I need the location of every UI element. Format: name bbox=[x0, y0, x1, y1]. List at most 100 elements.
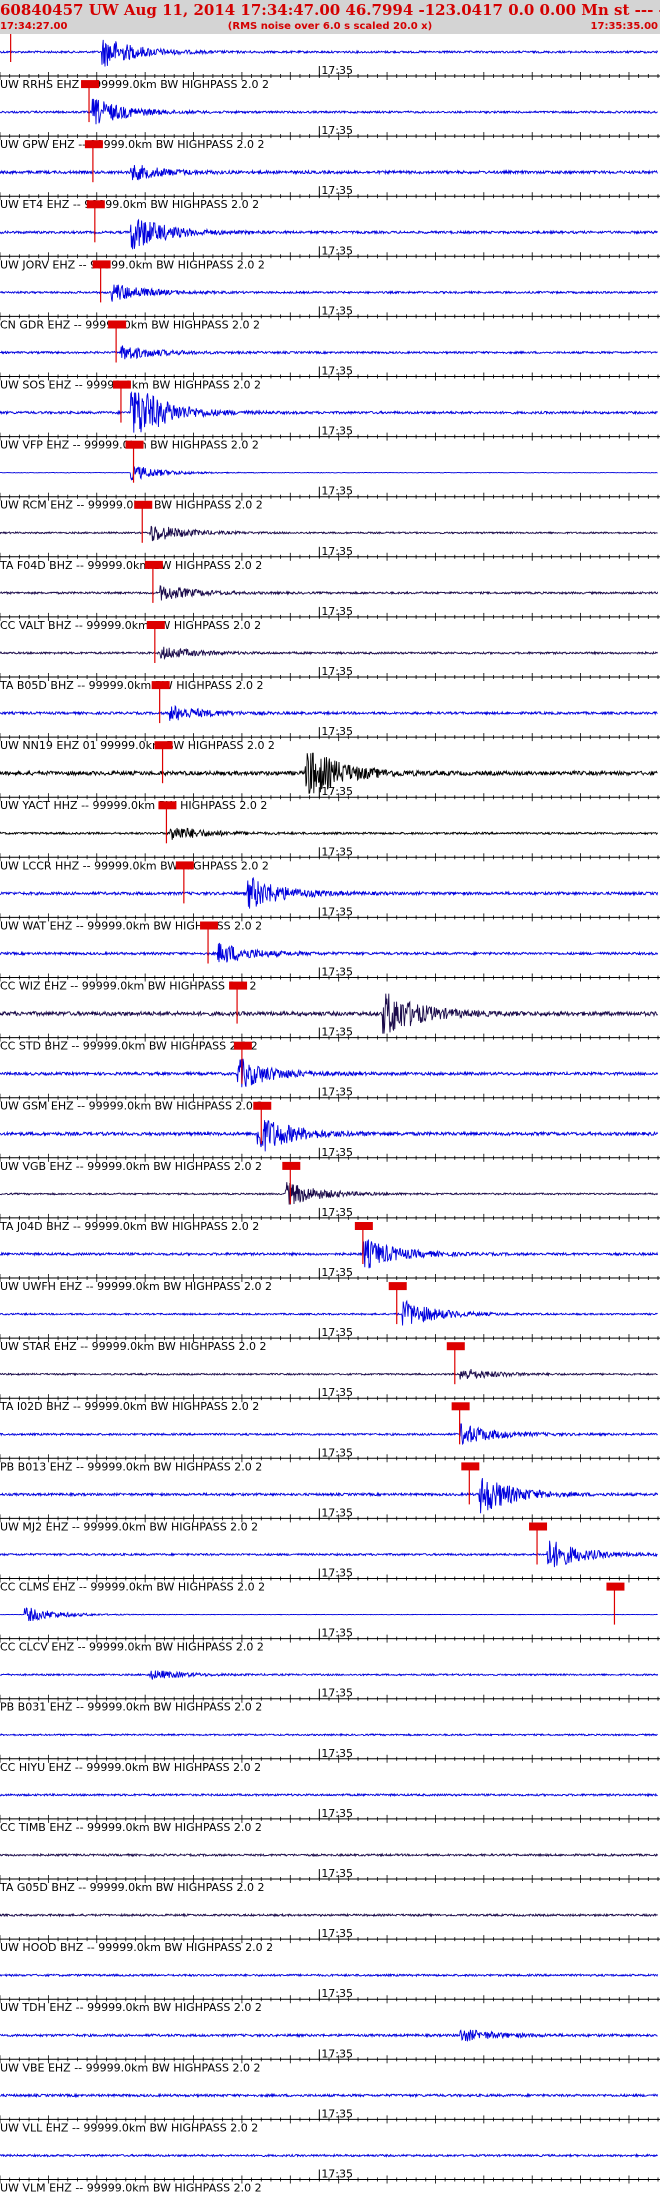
pick-tag bbox=[108, 320, 127, 329]
pick-tag bbox=[134, 500, 153, 509]
channel-label: CC STD BHZ -- 99999.0km BW HIGHPASS 2.0 … bbox=[0, 1040, 258, 1053]
minute-tick-label: 17:35 bbox=[321, 905, 353, 918]
trace-waveform bbox=[0, 1912, 658, 1918]
trace-waveform bbox=[0, 2029, 658, 2042]
channel-label: CC CLCV EHZ -- 99999.0km BW HIGHPASS 2.0… bbox=[0, 1641, 264, 1654]
trace-waveform bbox=[0, 1972, 659, 1978]
minute-tick-label: 17:35 bbox=[321, 64, 353, 77]
pick-tag bbox=[146, 621, 165, 629]
channel-label: CC CLMS EHZ -- 99999.0km BW HIGHPASS 2.0… bbox=[0, 1581, 265, 1594]
minute-tick-label: 17:35 bbox=[321, 845, 353, 858]
channel-label: TA B05D BHZ -- 99999.0km BW HIGHPASS 2.0… bbox=[0, 679, 264, 692]
minute-tick-label: 17:35 bbox=[321, 1807, 353, 1820]
pick-tag bbox=[461, 1462, 480, 1471]
channel-label: TA J04D BHZ -- 99999.0km BW HIGHPASS 2.0… bbox=[0, 1220, 259, 1233]
minute-tick-label: 17:35 bbox=[321, 1687, 353, 1700]
minute-tick-label: 17:35 bbox=[321, 2047, 353, 2060]
pick-tag bbox=[606, 1582, 625, 1591]
minute-tick-label: 17:35 bbox=[321, 1326, 353, 1339]
minute-tick-label: 17:35 bbox=[321, 1446, 353, 1459]
channel-label: UW NN19 EHZ 01 99999.0km BW HIGHPASS 2.0… bbox=[0, 739, 275, 752]
pick-tag bbox=[175, 861, 194, 870]
trace-waveform bbox=[0, 876, 659, 909]
minute-tick-label: 17:35 bbox=[321, 545, 353, 558]
event-title: 60840457 UW Aug 11, 2014 17:34:47.00 46.… bbox=[0, 1, 660, 19]
trace-waveform bbox=[0, 1540, 658, 1568]
channel-label: PB B013 EHZ -- 99999.0km BW HIGHPASS 2.0… bbox=[0, 1460, 262, 1473]
trace-waveform bbox=[0, 525, 658, 542]
minute-tick-label: 17:35 bbox=[321, 605, 353, 618]
channel-label: UW MJ2 EHZ -- 99999.0km BW HIGHPASS 2.0 … bbox=[0, 1520, 258, 1533]
minute-tick-label: 17:35 bbox=[321, 665, 353, 678]
trace-waveform bbox=[0, 98, 658, 125]
pick-tag bbox=[451, 1402, 470, 1411]
minute-tick-label: 17:35 bbox=[321, 1867, 353, 1880]
trace-waveform bbox=[0, 284, 658, 302]
trace-waveform bbox=[0, 2152, 658, 2158]
trace-waveform bbox=[0, 585, 659, 601]
trace-waveform bbox=[0, 1058, 659, 1088]
trace-waveform bbox=[0, 1732, 658, 1737]
header-bar: 60840457 UW Aug 11, 2014 17:34:47.00 46.… bbox=[0, 0, 660, 34]
channel-label: TA F04D BHZ -- 99999.0km BW HIGHPASS 2.0… bbox=[0, 559, 262, 572]
trace-waveform bbox=[0, 942, 659, 963]
channel-label: CN GDR EHZ -- 99999.0km BW HIGHPASS 2.0 … bbox=[0, 318, 260, 331]
channel-label: TA G05D BHZ -- 99999.0km BW HIGHPASS 2.0… bbox=[0, 1881, 264, 1894]
pick-tag bbox=[354, 1222, 373, 1230]
channel-label: UW STAR EHZ -- 99999.0km BW HIGHPASS 2.0… bbox=[0, 1340, 266, 1353]
pick-tag bbox=[446, 1342, 465, 1351]
minute-tick-label: 17:35 bbox=[321, 365, 353, 378]
trace-waveform bbox=[0, 164, 658, 181]
pick-tag bbox=[81, 80, 100, 89]
channel-label: UW TDH EHZ -- 99999.0km BW HIGHPASS 2.0 … bbox=[0, 2001, 262, 2014]
trace-waveform bbox=[0, 1369, 658, 1380]
minute-tick-label: 17:35 bbox=[321, 1927, 353, 1940]
end-time: 17:35:35.00 bbox=[590, 21, 658, 32]
minute-tick-label: 17:35 bbox=[321, 1206, 353, 1219]
channel-label: UW GPW EHZ -- 99999.0km BW HIGHPASS 2.0 … bbox=[0, 138, 264, 151]
channel-label: TA I02D BHZ -- 99999.0km BW HIGHPASS 2.0… bbox=[0, 1400, 259, 1413]
trace-waveform bbox=[0, 1182, 658, 1205]
channel-label: UW RRHS EHZ -- 99999.0km BW HIGHPASS 2.0… bbox=[0, 78, 269, 91]
channel-label: UW HOOD BHZ -- 99999.0km BW HIGHPASS 2.0… bbox=[0, 1941, 273, 1954]
channel-label: UW VBE EHZ -- 99999.0km BW HIGHPASS 2.0 … bbox=[0, 2061, 260, 2074]
trace-waveform bbox=[0, 827, 658, 840]
minute-tick-label: 17:35 bbox=[321, 304, 353, 317]
pick-tag bbox=[92, 260, 111, 269]
minute-tick-label: 17:35 bbox=[321, 1086, 353, 1099]
pick-tag bbox=[144, 560, 163, 569]
trace-waveform bbox=[0, 1607, 658, 1622]
trace-waveform bbox=[0, 704, 658, 721]
channel-label: UW WAT EHZ -- 99999.0km BW HIGHPASS 2.0 … bbox=[0, 919, 262, 932]
channel-label: PB B031 EHZ -- 99999.0km BW HIGHPASS 2.0… bbox=[0, 1701, 262, 1714]
trace-waveform bbox=[0, 1792, 658, 1798]
channel-label: UW UWFH EHZ -- 99999.0km BW HIGHPASS 2.0… bbox=[0, 1280, 272, 1293]
noise-note: (RMS noise over 6.0 s scaled 20.0 x) bbox=[227, 21, 433, 32]
trace-waveform bbox=[0, 466, 658, 481]
channel-label: UW YACT HHZ -- 99999.0km BW HIGHPASS 2.0… bbox=[0, 799, 267, 812]
minute-tick-label: 17:35 bbox=[321, 725, 353, 738]
pick-tag bbox=[84, 140, 103, 149]
trace-waveform bbox=[0, 1423, 658, 1446]
pick-tag bbox=[86, 200, 105, 209]
pick-tag bbox=[253, 1101, 272, 1110]
channel-label: UW GSM EHZ -- 99999.0km BW HIGHPASS 2.0 … bbox=[0, 1100, 263, 1113]
pick-tag bbox=[112, 380, 131, 389]
pick-tag bbox=[282, 1161, 301, 1170]
pick-tag bbox=[200, 921, 219, 930]
minute-tick-label: 17:35 bbox=[321, 2168, 353, 2181]
minute-tick-label: 17:35 bbox=[321, 1386, 353, 1399]
trace-waveform bbox=[0, 345, 658, 360]
pick-tag bbox=[229, 981, 248, 990]
minute-tick-label: 17:35 bbox=[321, 1506, 353, 1519]
channel-label: UW VLL EHZ -- 99999.0km BW HIGHPASS 2.0 … bbox=[0, 2121, 258, 2134]
trace-waveform bbox=[0, 1852, 658, 1858]
minute-tick-label: 17:35 bbox=[321, 244, 353, 257]
minute-tick-label: 17:35 bbox=[321, 124, 353, 137]
minute-tick-label: 17:35 bbox=[321, 1266, 353, 1279]
seismogram-plot: 17:35 UW RRHS EHZ -- 99999.0km BW HIGHPAS… bbox=[0, 34, 660, 2195]
pick-tag bbox=[151, 681, 170, 690]
pick-tag bbox=[388, 1282, 407, 1291]
pick-tag bbox=[233, 1041, 252, 1050]
channel-label: CC VALT BHZ -- 99999.0km BW HIGHPASS 2.0… bbox=[0, 619, 261, 632]
